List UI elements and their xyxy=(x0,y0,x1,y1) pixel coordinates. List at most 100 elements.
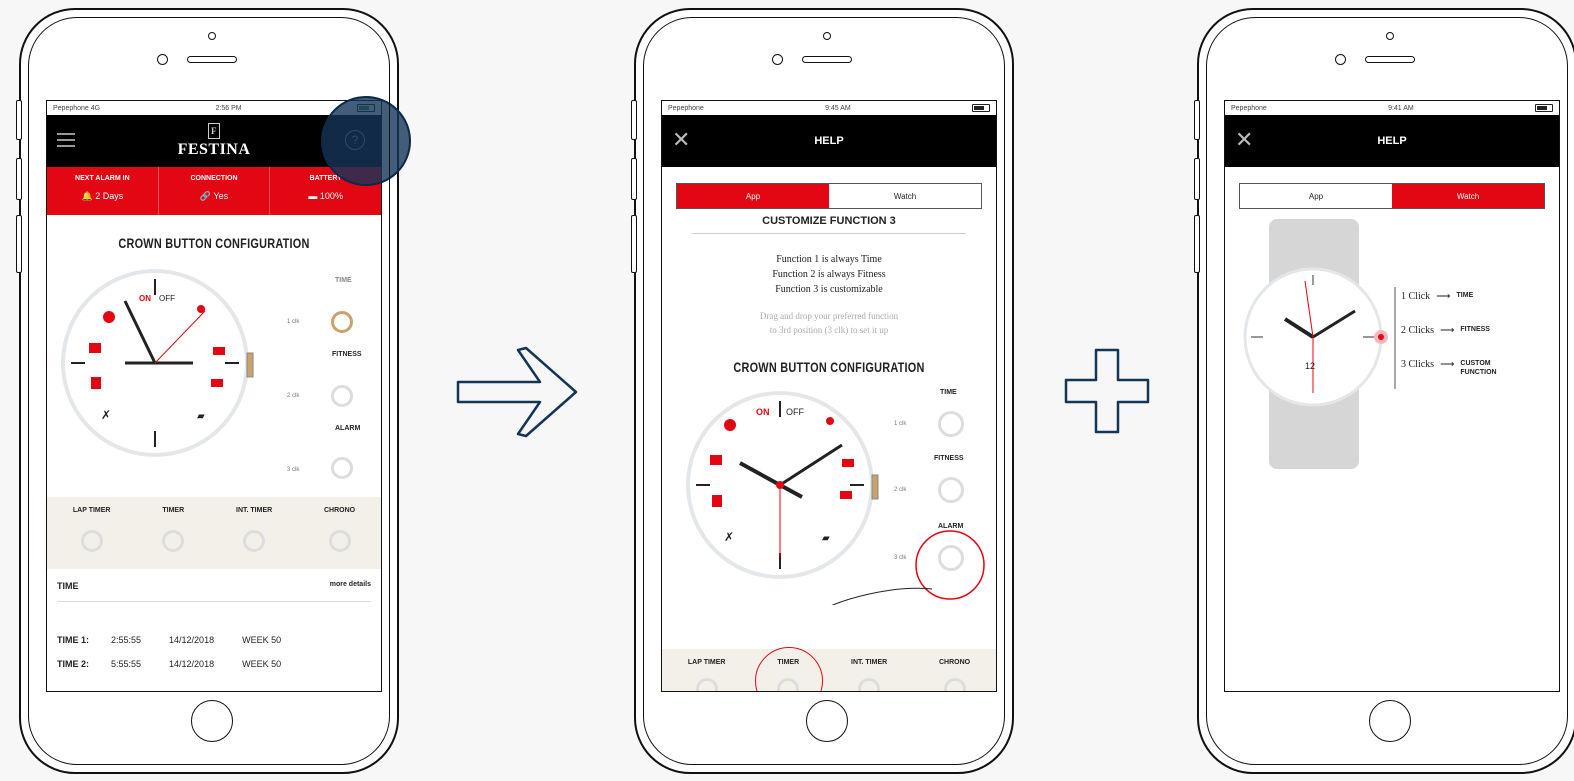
plus-icon xyxy=(1064,348,1150,434)
help-tabs: App Watch xyxy=(1239,183,1545,209)
section-title: CROWN BUTTON CONFIGURATION xyxy=(733,359,925,375)
slot-2-clicks: 2 clk xyxy=(287,393,300,399)
slot-3-clicks: 3 clk xyxy=(894,555,907,561)
customize-title: CUSTOMIZE FUNCTION 3 xyxy=(692,215,966,234)
clock-icon[interactable] xyxy=(331,311,353,333)
side-button xyxy=(16,215,22,273)
help-header: ✕ HELP xyxy=(1225,115,1559,167)
help-tabs: App Watch xyxy=(676,183,982,209)
phone-frame-2: Pepephone 9:45 AM ✕ HELP App Watch CUSTO… xyxy=(631,8,1014,774)
divider xyxy=(57,601,371,602)
help-screen-watch: Pepephone 9:41 AM ✕ HELP App Watch 12 1 … xyxy=(1224,100,1560,692)
mode-timer[interactable]: TIMER xyxy=(162,497,185,569)
home-button[interactable] xyxy=(1369,700,1411,742)
front-camera xyxy=(772,54,783,65)
close-icon[interactable]: ✕ xyxy=(1235,129,1253,151)
tab-app[interactable]: App xyxy=(677,184,829,208)
mode-int-timer[interactable]: INT. TIMER xyxy=(851,649,887,691)
side-button xyxy=(631,100,637,140)
crown-config-area: ON OFF ✗ ▰ TIME 1 clk FITNESS 2 clk ALAR… xyxy=(47,251,381,481)
modes-strip: LAP TIMER TIMER INT. TIMER CHRONO xyxy=(47,497,381,569)
speaker-grille xyxy=(1365,56,1415,63)
slot-1-label: TIME xyxy=(940,389,957,396)
connection-value: Yes xyxy=(213,191,229,201)
dial-off-label: OFF xyxy=(159,294,175,303)
help-header: ✕ HELP xyxy=(662,115,996,167)
click-row: 1 Click ⟶ TIME xyxy=(1401,291,1474,302)
mode-lap-timer[interactable]: LAP TIMER xyxy=(73,497,110,569)
side-button xyxy=(1194,215,1200,273)
help-title: HELP xyxy=(814,135,844,147)
stopwatch-icon xyxy=(80,530,103,552)
watch-date-label: 12 xyxy=(1305,361,1315,371)
mode-timer[interactable]: TIMER xyxy=(755,647,824,691)
mode-lap-timer[interactable]: LAP TIMER xyxy=(688,649,725,691)
bell-icon[interactable] xyxy=(331,457,353,479)
festina-logo: F FESTINA xyxy=(178,123,251,159)
side-button xyxy=(631,215,637,273)
tab-watch[interactable]: Watch xyxy=(1392,184,1544,208)
side-button xyxy=(631,158,637,200)
carrier-label: Pepephone 4G xyxy=(53,104,101,112)
slot-2-label: FITNESS xyxy=(332,351,362,358)
function-rules: Function 1 is always Time Function 2 is … xyxy=(772,254,886,295)
dial-on-label: ON xyxy=(139,294,151,303)
mode-chrono[interactable]: CHRONO xyxy=(939,649,970,691)
svg-text:✗: ✗ xyxy=(101,408,111,422)
home-button[interactable] xyxy=(191,700,233,742)
app-screen-home: Pepephone 4G 2:56 PM F FESTINA ? NEXT AL… xyxy=(46,100,382,692)
tab-watch[interactable]: Watch xyxy=(829,184,981,208)
front-camera xyxy=(1335,54,1346,65)
tab-app[interactable]: App xyxy=(1240,184,1392,208)
svg-text:▰: ▰ xyxy=(822,533,830,544)
more-details-link[interactable]: more details xyxy=(330,581,371,591)
clock-icon[interactable] xyxy=(938,411,964,437)
status-bar: Pepephone 9:45 AM xyxy=(662,101,996,115)
arrow-right-icon xyxy=(456,346,578,438)
drop-target-highlight xyxy=(755,647,824,691)
clock-label: 9:41 AM xyxy=(1388,104,1414,112)
section-title: CROWN BUTTON CONFIGURATION xyxy=(118,235,310,251)
next-alarm-cell: NEXT ALARM IN 🔔 2 Days xyxy=(47,167,159,215)
watch-illustration: 12 xyxy=(1243,267,1396,407)
interval-icon xyxy=(243,530,266,552)
mode-int-timer[interactable]: INT. TIMER xyxy=(236,497,272,569)
battery-icon xyxy=(971,104,990,112)
chrono-icon xyxy=(943,678,966,691)
speaker-grille xyxy=(802,56,852,63)
time-header: TIME more details xyxy=(57,581,371,591)
menu-icon[interactable] xyxy=(57,133,75,147)
interval-icon xyxy=(858,678,881,691)
watch-dial[interactable]: ON OFF ✗ ▰ xyxy=(47,251,381,481)
fitness-icon[interactable] xyxy=(938,477,964,503)
help-screen-app: Pepephone 9:45 AM ✕ HELP App Watch CUSTO… xyxy=(661,100,997,692)
mode-chrono[interactable]: CHRONO xyxy=(324,497,355,569)
dial-off-label: OFF xyxy=(786,407,804,417)
time-row: TIME 2: 5:55:55 14/12/2018 WEEK 50 xyxy=(57,659,282,669)
close-icon[interactable]: ✕ xyxy=(672,129,690,151)
side-button xyxy=(1194,100,1200,140)
fitness-icon[interactable] xyxy=(331,385,353,407)
carrier-label: Pepephone xyxy=(668,104,704,112)
chrono-icon xyxy=(328,530,351,552)
slot-1-clicks: 1 clk xyxy=(287,319,300,325)
drag-instructions: Drag and drop your preferred function to… xyxy=(759,311,899,335)
help-title: HELP xyxy=(1377,135,1407,147)
sensor-dot xyxy=(1386,32,1394,40)
sensor-dot xyxy=(208,32,216,40)
bell-icon[interactable] xyxy=(938,545,964,571)
side-button xyxy=(1194,158,1200,200)
home-button[interactable] xyxy=(806,700,848,742)
sensor-dot xyxy=(823,32,831,40)
slot-1-label: TIME xyxy=(335,277,352,284)
help-highlight-circle xyxy=(321,96,411,186)
clock-label: 2:56 PM xyxy=(215,104,242,112)
status-bar: Pepephone 9:41 AM xyxy=(1225,101,1559,115)
battery-icon xyxy=(1534,104,1553,112)
time-row: TIME 1: 2:55:55 14/12/2018 WEEK 50 xyxy=(57,635,282,645)
slot-3-clicks: 3 clk xyxy=(287,467,300,473)
slot-3-label: ALARM xyxy=(938,523,964,530)
info-bar: NEXT ALARM IN 🔔 2 Days CONNECTION 🔗 Yes … xyxy=(47,167,381,215)
svg-text:▰: ▰ xyxy=(197,411,205,422)
front-camera xyxy=(157,54,168,65)
